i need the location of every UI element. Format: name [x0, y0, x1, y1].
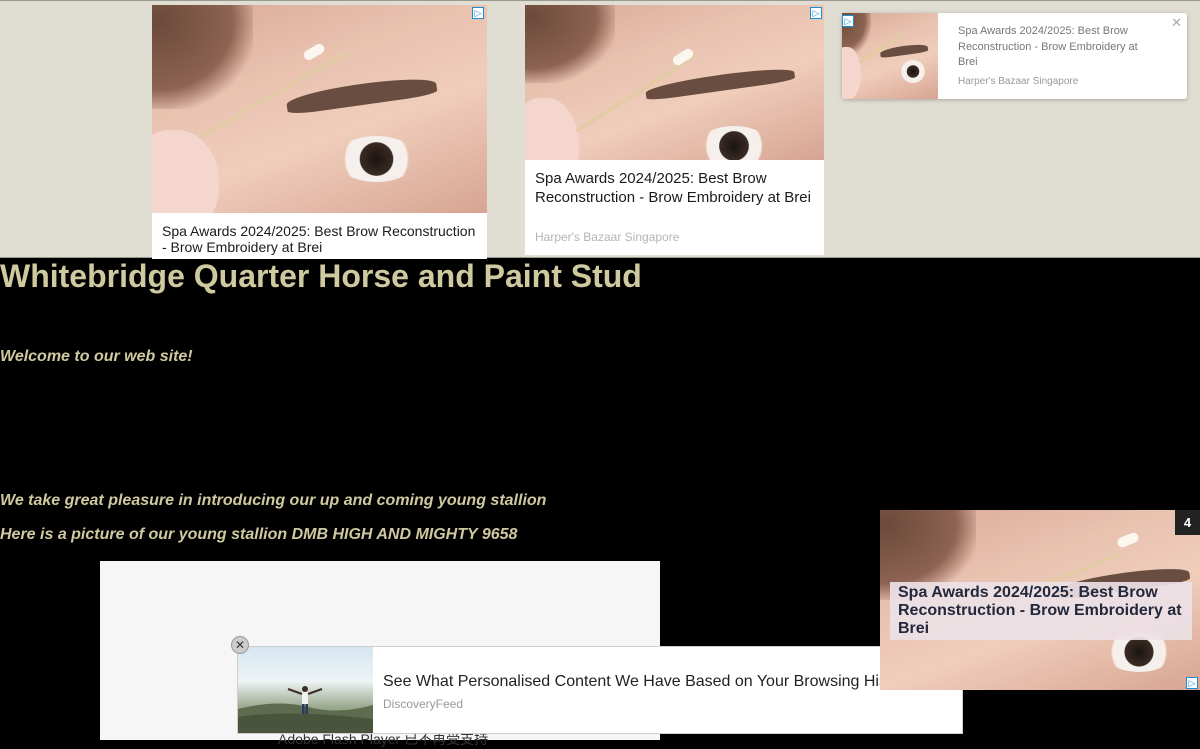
adchoices-icon[interactable]: ▷ — [842, 15, 854, 27]
ad-source: DiscoveryFeed — [383, 697, 464, 711]
bottom-sticky-ad[interactable]: See What Personalised Content We Have Ba… — [237, 646, 963, 734]
adchoices-icon[interactable]: ▷ — [810, 7, 822, 19]
glove-hand-shape — [152, 129, 219, 213]
corner-video-ad[interactable]: Spa Awards 2024/2025: Best Brow Reconstr… — [880, 510, 1200, 690]
eyebrow-shape — [285, 73, 438, 116]
ad-source: Harper's Bazaar Singapore — [958, 76, 1079, 87]
adchoices-icon[interactable]: ▷ — [1186, 677, 1198, 689]
eye-shape — [336, 136, 417, 182]
top-ad-banner: Spa Awards 2024/2025: Best Brow Reconstr… — [0, 0, 1200, 259]
eyebrow-shape — [644, 64, 795, 101]
ad-title[interactable]: See What Personalised Content We Have Ba… — [383, 673, 943, 691]
ad-count-badge: 4 — [1175, 510, 1200, 535]
eye-shape — [698, 125, 771, 160]
welcome-text: Welcome to our web site! — [0, 348, 193, 365]
swab-tip-shape — [1115, 531, 1140, 549]
ad-title[interactable]: Spa Awards 2024/2025: Best Brow Reconstr… — [162, 223, 482, 255]
ad-image[interactable] — [152, 5, 487, 213]
intro-text: We take great pleasure in introducing ou… — [0, 492, 547, 509]
hair-shape — [152, 5, 253, 109]
ad-source: Harper's Bazaar Singapore — [535, 230, 680, 244]
close-icon[interactable]: ✕ — [1171, 15, 1182, 31]
glove-hand-shape — [525, 98, 579, 160]
ad-title[interactable]: Spa Awards 2024/2025: Best Brow Reconstr… — [535, 170, 815, 207]
ad-card-1[interactable]: Spa Awards 2024/2025: Best Brow Reconstr… — [152, 5, 487, 259]
eye-shape — [899, 60, 927, 83]
ad-title[interactable]: Spa Awards 2024/2025: Best Brow Reconstr… — [890, 582, 1192, 640]
picture-caption: Here is a picture of our young stallion … — [0, 526, 518, 543]
ad-image[interactable] — [525, 5, 824, 160]
hair-shape — [525, 5, 615, 83]
ad-thumbnail[interactable] — [238, 647, 373, 733]
person-on-hill-image — [238, 686, 373, 733]
ad-card-3[interactable]: Spa Awards 2024/2025: Best Brow Reconstr… — [842, 13, 1187, 99]
ad-image[interactable] — [842, 13, 938, 99]
adchoices-icon[interactable]: ▷ — [472, 7, 484, 19]
swab-tip-shape — [301, 41, 326, 62]
close-icon[interactable]: ✕ — [231, 636, 249, 654]
ad-card-2[interactable]: Spa Awards 2024/2025: Best Brow Reconstr… — [525, 5, 824, 255]
page-title: Whitebridge Quarter Horse and Paint Stud — [0, 258, 642, 294]
ad-title[interactable]: Spa Awards 2024/2025: Best Brow Reconstr… — [958, 24, 1158, 71]
